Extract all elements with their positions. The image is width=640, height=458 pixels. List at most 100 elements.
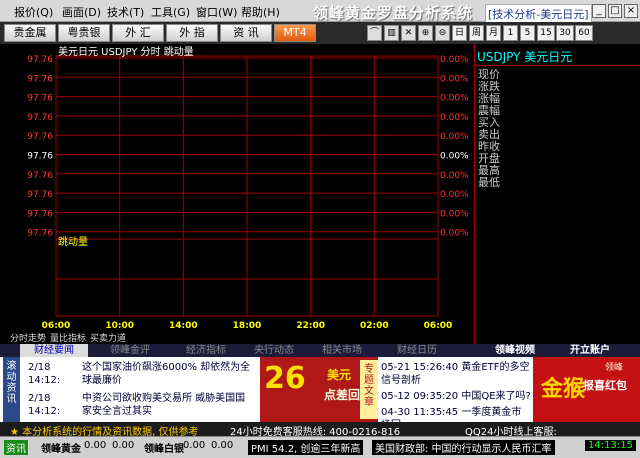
tab-central-bank[interactable]: 央行动态: [240, 344, 308, 357]
field-low: 最低: [478, 176, 500, 189]
tab-mt4[interactable]: MT4: [274, 24, 316, 42]
time-label: 22:00: [296, 321, 325, 331]
news-item[interactable]: 中资公司欲收购美交易所 威胁美国国家安全言过其实: [82, 392, 254, 418]
tab-silver[interactable]: 粤贵银: [58, 24, 110, 42]
news-area: 滚动资讯 2/18 14:12: 这个国家油价飙涨6000% 却依然为全球最廉价…: [0, 357, 640, 431]
minimize-icon[interactable]: _: [592, 4, 606, 18]
window-controls: _ □ ×: [590, 3, 638, 18]
tab-video[interactable]: 领峰视频: [475, 344, 555, 357]
menu-help[interactable]: 帮助(H): [241, 4, 280, 20]
period-month[interactable]: 月: [486, 25, 501, 41]
zoom-in-icon[interactable]: ⊕: [418, 25, 433, 41]
ticker-2: 美国财政部: 中国的行动显示人民币汇率: [372, 440, 555, 455]
time-label: 06:00: [424, 321, 453, 331]
promo-dollar: 美元: [327, 368, 352, 382]
price-label: 97.76: [27, 209, 53, 219]
price-label: 97.76: [27, 132, 53, 142]
quote-panel: USDJPY 美元日元 现价 涨跌 涨幅 震幅 买入 卖出 昨收 开盘 最高 最…: [474, 44, 640, 344]
clock: 14:13:15: [585, 440, 636, 451]
time-label: 14:00: [169, 321, 198, 331]
time-label: 06:00: [42, 321, 71, 331]
price-label: 97.76: [27, 229, 53, 239]
price-label: 97.76: [27, 171, 53, 181]
menu-window[interactable]: 窗口(W): [196, 4, 237, 20]
crosshair-icon[interactable]: ✕: [401, 25, 416, 41]
tab-finance-news[interactable]: 财经要闻: [20, 344, 88, 357]
time-label: 10:00: [105, 321, 134, 331]
tab-volume-ratio[interactable]: 量比指标: [50, 332, 86, 344]
video-item[interactable]: 05-12 09:35:20 中国QE来了吗?: [381, 390, 531, 403]
promo-redpacket: 报喜红包: [583, 379, 627, 392]
price-label: 97.76: [27, 94, 53, 104]
period-1[interactable]: 1: [503, 25, 518, 41]
chart-header: 美元日元 USDJPY 分时 跳动量: [58, 45, 194, 58]
pct-label: 0.00%: [440, 94, 469, 104]
price-label: 97.76: [27, 113, 53, 123]
tab-commentary[interactable]: 领峰金评: [96, 344, 164, 357]
promo-brand: 领峰: [605, 363, 624, 373]
maximize-icon[interactable]: □: [608, 4, 622, 18]
news-button[interactable]: 资讯: [4, 440, 28, 455]
tab-calendar[interactable]: 财经日历: [383, 344, 451, 357]
tech-analysis-title: [技术分析-美元日元]: [485, 4, 592, 24]
gold-change: 0.00: [112, 440, 135, 451]
pct-label: 0.00%: [440, 209, 469, 219]
tab-index[interactable]: 外 指: [166, 24, 218, 42]
tab-intraday[interactable]: 分时走势: [10, 332, 46, 344]
chart-svg: 美元日元 USDJPY 分时 跳动量 97.76 97.76 97.76 97.76 9…: [10, 45, 469, 344]
line-chart-icon[interactable]: ⌒: [367, 25, 382, 41]
menu-tools[interactable]: 工具(G): [151, 4, 190, 20]
pct-label: 0.00%: [440, 74, 469, 84]
app-title: 领峰黄金罗盘分析系统: [313, 4, 474, 22]
tab-related-markets[interactable]: 相关市场: [308, 344, 376, 357]
period-day[interactable]: 日: [452, 25, 467, 41]
ticker: PMI 54.2, 创逾三年新高: [248, 440, 364, 455]
news-time: 2/18 14:12:: [28, 393, 61, 417]
pct-label: 0.00%: [440, 152, 469, 162]
news-item[interactable]: 这个国家油价飙涨6000% 却依然为全球最廉价: [82, 361, 254, 387]
pct-label: 0.00%: [440, 132, 469, 142]
time-label: 02:00: [360, 321, 389, 331]
news-time: 2/18 14:12:: [28, 362, 61, 386]
promo-topic-button[interactable]: 专题文章: [360, 360, 378, 419]
tab-precious-metals[interactable]: 贵金属: [4, 24, 56, 42]
intraday-chart[interactable]: 美元日元 USDJPY 分时 跳动量 97.76 97.76 97.76 97.76 9…: [0, 44, 472, 344]
gold-value: 0.00: [84, 440, 107, 451]
period-60[interactable]: 60: [575, 25, 593, 41]
price-label: 97.76: [27, 190, 53, 200]
promo-rebate: 点差回: [324, 388, 361, 402]
silver-label: 领峰白银: [144, 444, 184, 455]
tab-econ-indicators[interactable]: 经济指标: [172, 344, 240, 357]
pct-label: 0.00%: [440, 229, 469, 239]
news-tab-row: 财经要闻 领峰金评 经济指标 央行动态 相关市场 财经日历 领峰视频 开立账户: [0, 344, 640, 357]
rolling-news-label: 滚动资讯: [3, 357, 20, 422]
chart-grid: [55, 55, 439, 317]
zoom-out-icon[interactable]: ⊖: [435, 25, 450, 41]
period-week[interactable]: 周: [469, 25, 484, 41]
gold-label: 领峰黄金: [41, 444, 81, 455]
close-icon[interactable]: ×: [624, 4, 638, 18]
promo-monkey: 金猴: [541, 376, 586, 402]
pct-label: 0.00%: [440, 55, 469, 65]
bottom-bar: 资讯 领峰黄金 0.00 0.00 领峰白银 0.00 0.00 PMI 54.…: [0, 436, 640, 458]
time-label: 18:00: [233, 321, 262, 331]
tab-open-account[interactable]: 开立账户: [550, 344, 630, 357]
pct-label: 0.00%: [440, 190, 469, 200]
silver-change: 0.00: [211, 440, 234, 451]
menu-quote[interactable]: 报价(Q): [14, 4, 53, 20]
menu-tech[interactable]: 技术(T): [107, 4, 144, 20]
period-30[interactable]: 30: [556, 25, 574, 41]
quote-symbol: USDJPY 美元日元: [477, 50, 573, 64]
price-label: 97.76: [27, 152, 53, 162]
period-5[interactable]: 5: [520, 25, 535, 41]
promo-big-number: 26: [264, 361, 306, 396]
silver-value: 0.00: [183, 440, 206, 451]
period-15[interactable]: 15: [537, 25, 555, 41]
price-label: 97.76: [27, 74, 53, 84]
bar-chart-icon[interactable]: ▥: [384, 25, 399, 41]
menu-screen[interactable]: 画面(D): [62, 4, 101, 20]
tab-news[interactable]: 资 讯: [220, 24, 272, 42]
video-item[interactable]: 05-21 15:26:40 黄金ETF的多空信号剖析: [381, 361, 531, 387]
tab-buy-sell-power[interactable]: 买卖力道: [90, 332, 126, 344]
tab-forex[interactable]: 外 汇: [112, 24, 164, 42]
